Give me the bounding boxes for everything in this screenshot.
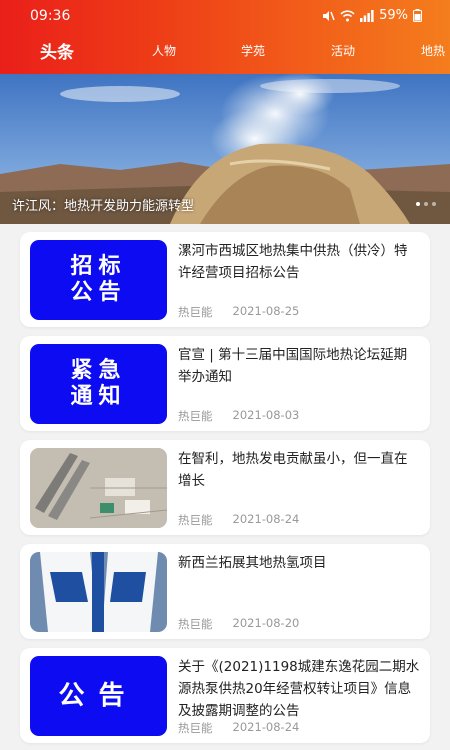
thumb-text: 招标 — [70, 254, 127, 279]
list-item[interactable]: 新西兰拓展其地热氢项目 热巨能 2021-08-20 — [20, 544, 430, 639]
banner-carousel[interactable]: 许江风：地热开发助力能源转型 — [0, 74, 450, 224]
tab-academy[interactable]: 学苑 — [241, 42, 265, 59]
article-date: 2021-08-20 — [232, 616, 300, 630]
status-icons: 59% — [321, 8, 422, 23]
category-nav: 头条 人物 学苑 活动 地热 — [0, 34, 450, 68]
carousel-dot — [424, 202, 428, 206]
article-source: 热巨能 — [178, 617, 213, 631]
article-date: 2021-08-24 — [232, 512, 300, 526]
article-title: 在智利，地热发电贡献虽小，但一直在增长 — [178, 451, 408, 489]
notice-thumbnail: 公告 — [30, 656, 167, 736]
article-source: 热巨能 — [178, 513, 213, 527]
article-source: 热巨能 — [178, 721, 213, 735]
tab-events[interactable]: 活动 — [331, 42, 355, 59]
notice-thumbnail: 紧急 通知 — [30, 344, 167, 424]
article-meta: 热巨能 2021-08-20 — [178, 616, 299, 632]
signal-icon — [360, 9, 374, 22]
article-meta: 热巨能 2021-08-24 — [178, 512, 299, 528]
article-source: 热巨能 — [178, 409, 213, 423]
wifi-icon — [340, 9, 355, 21]
article-title: 漯河市西城区地热集中供热（供冷）特许经营项目招标公告 — [178, 243, 408, 281]
article-title: 新西兰拓展其地热氢项目 — [178, 555, 327, 571]
article-date: 2021-08-03 — [232, 408, 300, 422]
thumb-text: 公告 — [70, 280, 127, 305]
status-time: 09:36 — [30, 8, 71, 24]
tab-people[interactable]: 人物 — [152, 42, 176, 59]
battery-icon — [413, 9, 422, 22]
article-date: 2021-08-25 — [232, 304, 300, 318]
mute-icon — [323, 10, 335, 21]
status-bar: 09:36 59% — [0, 0, 450, 30]
thumb-text: 通知 — [70, 384, 127, 409]
list-item[interactable]: 紧急 通知 官宣 | 第十三届中国国际地热论坛延期举办通知 热巨能 2021-0… — [20, 336, 430, 431]
battery-percent: 59% — [379, 8, 408, 23]
list-item[interactable]: 公告 关于《(2021)1198城建东逸花园二期水源热泵供热20年经营权转让项目… — [20, 648, 430, 743]
carousel-dot — [416, 202, 420, 206]
notice-thumbnail: 招标 公告 — [30, 240, 167, 320]
thumb-text: 公告 — [58, 681, 139, 711]
article-meta: 热巨能 2021-08-24 — [178, 720, 299, 736]
tab-headlines[interactable]: 头条 — [40, 38, 74, 63]
article-source: 热巨能 — [178, 305, 213, 319]
carousel-dot — [432, 202, 436, 206]
article-title: 官宣 | 第十三届中国国际地热论坛延期举办通知 — [178, 347, 408, 385]
article-title: 关于《(2021)1198城建东逸花园二期水源热泵供热20年经营权转让项目》信息… — [178, 659, 420, 719]
hydrogen-image — [30, 552, 167, 632]
article-meta: 热巨能 2021-08-25 — [178, 304, 299, 320]
article-date: 2021-08-24 — [232, 720, 300, 734]
article-meta: 热巨能 2021-08-03 — [178, 408, 299, 424]
app-header: 09:36 59% 头条 人物 学苑 活动 地热 — [0, 0, 450, 74]
list-item[interactable]: 在智利，地热发电贡献虽小，但一直在增长 热巨能 2021-08-24 — [20, 440, 430, 535]
power-plant-image — [30, 448, 167, 528]
carousel-indicator — [416, 202, 436, 206]
banner-caption: 许江风：地热开发助力能源转型 — [12, 199, 195, 214]
tab-geothermal[interactable]: 地热 — [421, 42, 445, 59]
power-plant-thumbnail — [30, 448, 167, 528]
thumb-text: 紧急 — [70, 358, 127, 383]
hydrogen-thumbnail — [30, 552, 167, 632]
list-item[interactable]: 招标 公告 漯河市西城区地热集中供热（供冷）特许经营项目招标公告 热巨能 202… — [20, 232, 430, 327]
